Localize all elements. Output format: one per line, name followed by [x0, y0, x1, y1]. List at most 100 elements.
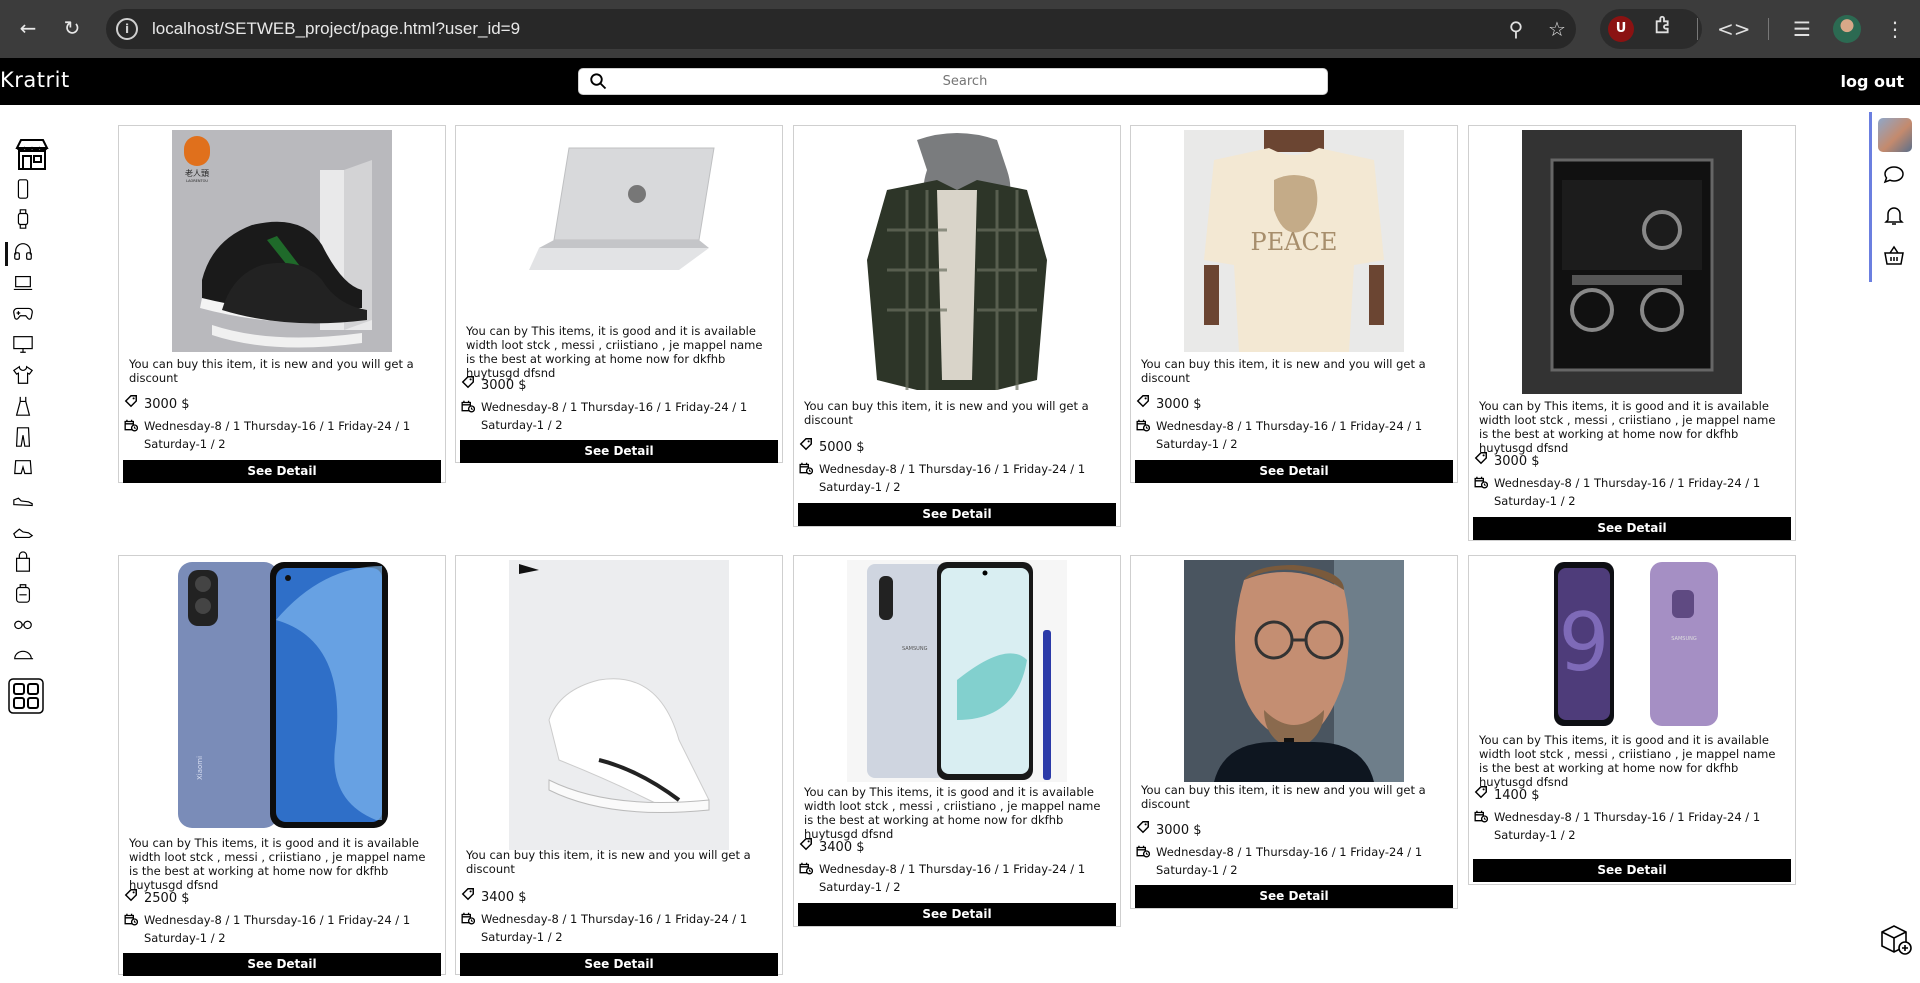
see-detail-button[interactable]: See Detail [798, 503, 1116, 526]
shoe-brand-en: LAORENTOU [186, 179, 208, 183]
box-add-icon[interactable] [1878, 922, 1912, 956]
browser-toolbar: ← ↻ i localhost/SETWEB_project/page.html… [0, 0, 1920, 58]
product-image[interactable] [847, 130, 1067, 394]
shoes-icon[interactable] [12, 520, 34, 542]
media-queue-icon[interactable]: ☰ [1787, 14, 1817, 44]
product-schedule: Wednesday-8 / 1 Thursday-16 / 1 Friday-2… [1136, 417, 1454, 455]
zoom-icon[interactable]: ⚲ [1501, 14, 1531, 44]
product-price: 5000 $ [799, 437, 865, 455]
schedule-text: Wednesday-8 / 1 Thursday-16 / 1 Friday-2… [1494, 476, 1761, 508]
cap-icon[interactable] [12, 644, 34, 666]
see-detail-button[interactable]: See Detail [1135, 885, 1453, 908]
url-text[interactable]: localhost/SETWEB_project/page.html?user_… [152, 19, 520, 39]
bookmark-star-icon[interactable]: ☆ [1542, 14, 1572, 44]
reload-icon[interactable]: ↻ [58, 14, 86, 42]
back-icon[interactable]: ← [14, 14, 42, 42]
tshirt-print-text: PEACE [1251, 228, 1338, 256]
bag-icon[interactable] [12, 551, 34, 573]
schedule-text: Wednesday-8 / 1 Thursday-16 / 1 Friday-2… [1156, 419, 1423, 451]
product-image[interactable] [1184, 560, 1404, 782]
see-detail-button[interactable]: See Detail [798, 903, 1116, 926]
price-value: 3400 $ [819, 840, 865, 855]
product-image[interactable] [1522, 130, 1742, 394]
samsung-brand-text: SAMSUNG [902, 646, 928, 652]
product-price: 2500 $ [124, 888, 190, 906]
product-price: 3400 $ [461, 887, 527, 905]
chat-icon[interactable] [1882, 163, 1906, 187]
tshirt-icon[interactable] [12, 364, 34, 386]
price-tag-icon [799, 437, 813, 455]
laptop-icon[interactable] [12, 272, 34, 294]
see-detail-button[interactable]: See Detail [123, 460, 441, 483]
product-card: You can buy this item, it is new and you… [1130, 555, 1458, 909]
browser-menu-icon[interactable]: ⋮ [1880, 14, 1910, 44]
glasses-icon[interactable] [12, 613, 34, 635]
product-image[interactable] [509, 130, 729, 330]
headphones-icon[interactable] [12, 240, 34, 262]
pants-icon[interactable] [12, 426, 34, 448]
gamepad-icon[interactable] [12, 302, 34, 324]
price-value: 3000 $ [1494, 454, 1540, 469]
price-tag-icon [461, 887, 475, 905]
svg-text:SAMSUNG: SAMSUNG [1671, 636, 1697, 642]
product-schedule: Wednesday-8 / 1 Thursday-16 / 1 Friday-2… [124, 417, 442, 455]
product-image[interactable]: 9 SAMSUNG [1522, 560, 1742, 730]
price-value: 3000 $ [1156, 823, 1202, 838]
grid-icon[interactable] [8, 678, 44, 714]
product-card: You can by This items, it is good and it… [455, 125, 783, 463]
see-detail-button[interactable]: See Detail [1135, 460, 1453, 483]
product-image-frame: 9 SAMSUNG [1469, 560, 1795, 730]
ublock-extension-icon[interactable]: U [1608, 16, 1634, 42]
product-image[interactable]: PEACE [1184, 130, 1404, 352]
product-description: You can buy this item, it is new and you… [466, 848, 751, 876]
devtools-code-icon[interactable]: <> [1717, 14, 1751, 44]
search-input[interactable] [615, 71, 1315, 92]
product-image-frame [1131, 560, 1457, 782]
product-image[interactable]: SAMSUNG [847, 560, 1067, 782]
monitor-icon[interactable] [12, 333, 34, 355]
backpack-icon[interactable] [12, 582, 34, 604]
bell-icon[interactable] [1882, 203, 1906, 227]
product-description: You can by This items, it is good and it… [466, 324, 763, 380]
schedule-text: Wednesday-8 / 1 Thursday-16 / 1 Friday-2… [481, 400, 748, 432]
store-icon[interactable] [14, 136, 50, 172]
product-price: 3000 $ [461, 375, 527, 393]
price-value: 3000 $ [1156, 397, 1202, 412]
sneaker-icon[interactable] [12, 489, 34, 511]
logout-link[interactable]: log out [1840, 72, 1904, 91]
extensions-puzzle-icon[interactable] [1649, 14, 1679, 44]
site-logo[interactable]: Kratrit [0, 68, 70, 92]
profile-avatar[interactable] [1878, 118, 1912, 152]
dress-icon[interactable] [12, 395, 34, 417]
product-description: You can by This items, it is good and it… [1479, 399, 1776, 455]
schedule-icon [124, 913, 138, 926]
site-info-icon[interactable]: i [116, 18, 138, 40]
basket-icon[interactable] [1882, 243, 1906, 267]
watch-icon[interactable] [12, 208, 34, 230]
product-schedule: Wednesday-8 / 1 Thursday-16 / 1 Friday-2… [461, 398, 779, 436]
product-price: 3000 $ [1136, 820, 1202, 838]
product-schedule: Wednesday-8 / 1 Thursday-16 / 1 Friday-2… [1474, 474, 1792, 512]
see-detail-button[interactable]: See Detail [460, 953, 778, 976]
see-detail-button[interactable]: See Detail [123, 953, 441, 976]
shorts-icon[interactable] [12, 457, 34, 479]
see-detail-button[interactable]: See Detail [1473, 859, 1791, 882]
product-card: 9 SAMSUNG You can by This items, it is g… [1468, 555, 1796, 885]
price-value: 2500 $ [144, 891, 190, 906]
product-price: 1400 $ [1474, 785, 1540, 803]
price-tag-icon [124, 394, 138, 412]
see-detail-button[interactable]: See Detail [1473, 517, 1791, 540]
product-price: 3000 $ [1136, 394, 1202, 412]
schedule-icon [461, 912, 475, 925]
see-detail-button[interactable]: See Detail [460, 440, 778, 463]
browser-profile-avatar[interactable] [1833, 15, 1861, 43]
address-bar[interactable]: i localhost/SETWEB_project/page.html?use… [106, 9, 1576, 49]
price-value: 3400 $ [481, 890, 527, 905]
product-image[interactable]: Xiaomi [172, 560, 392, 832]
product-image-frame [794, 130, 1120, 394]
phone-icon[interactable] [12, 178, 34, 200]
product-description: You can buy this item, it is new and you… [804, 399, 1089, 427]
product-image[interactable]: 老人頭 LAORENTOU [172, 130, 392, 352]
product-image[interactable] [509, 560, 729, 850]
search-bar[interactable] [578, 68, 1328, 95]
